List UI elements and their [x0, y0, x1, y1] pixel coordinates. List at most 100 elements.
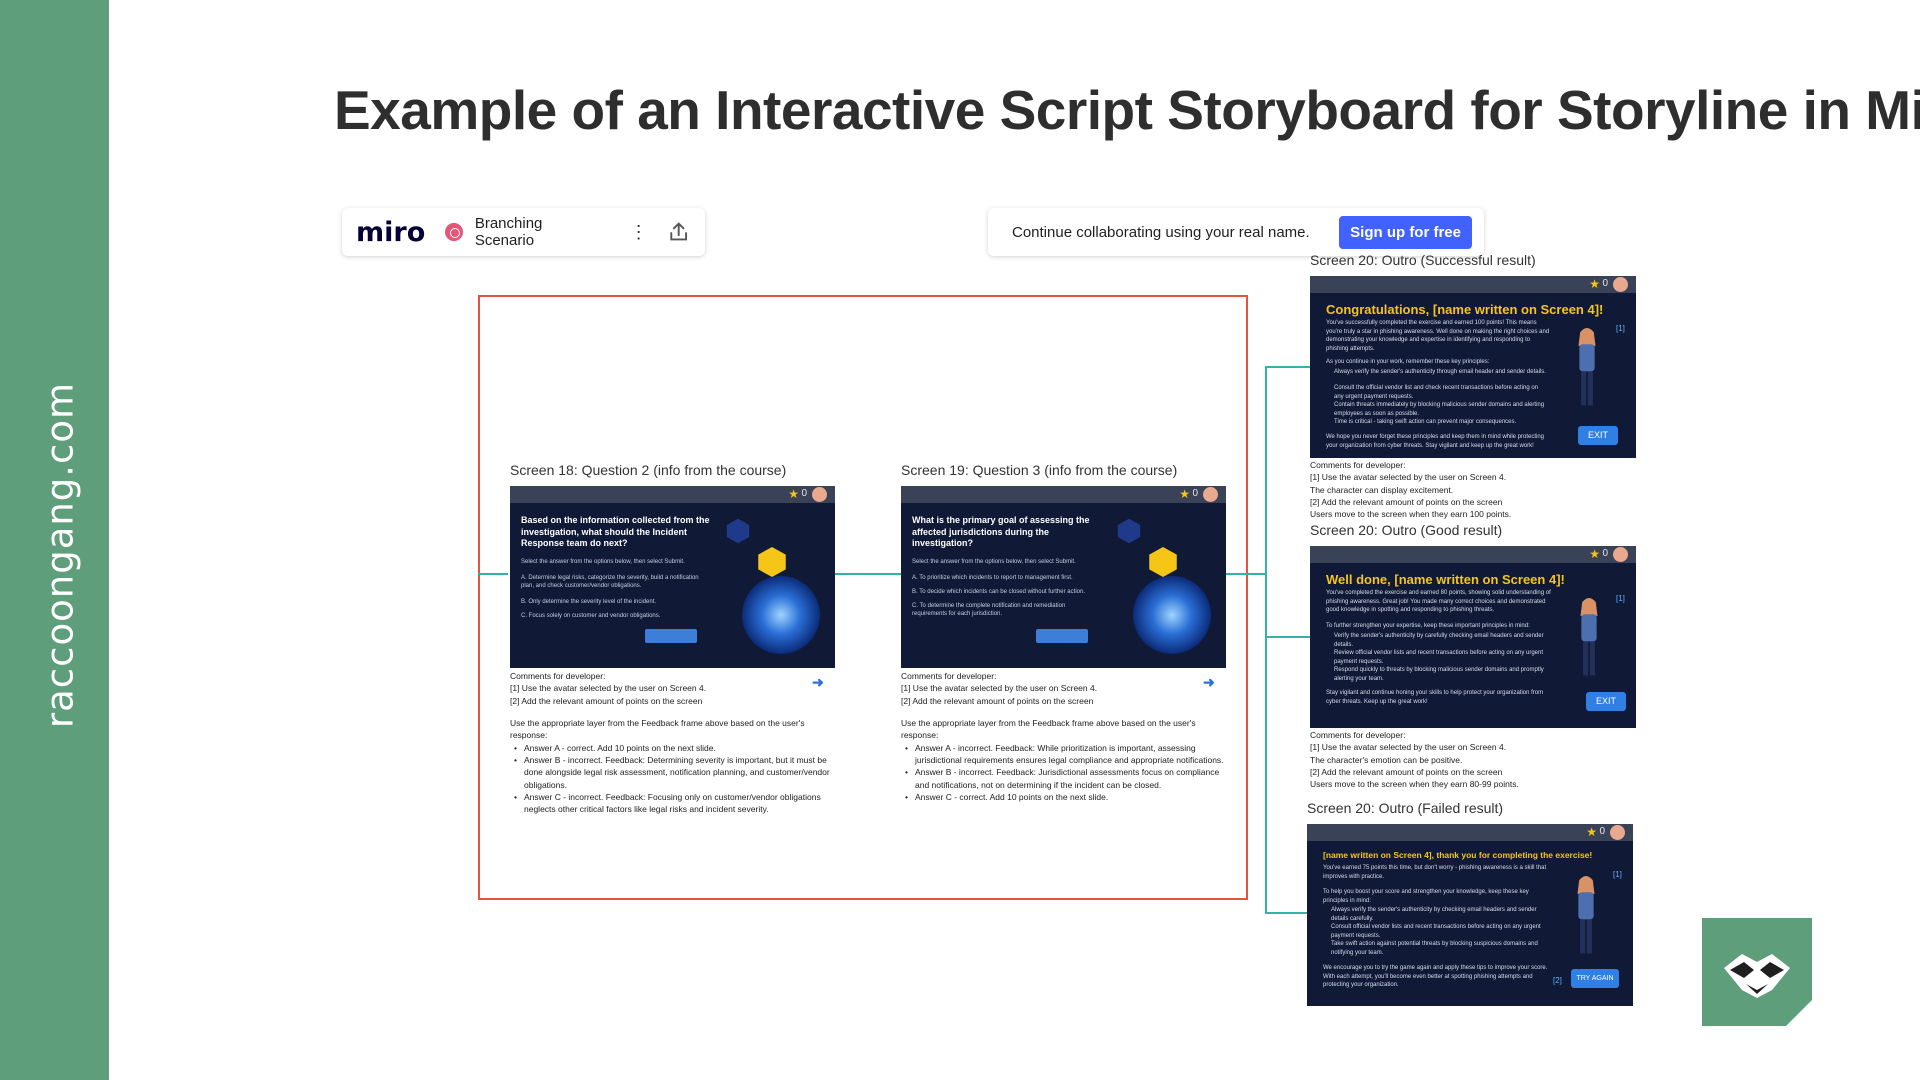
screen-18-comments: Comments for developer: [1] Use the avat…	[510, 670, 840, 815]
comment-line: The character's emotion can be positive.	[1310, 754, 1463, 765]
marker: [1]	[1616, 324, 1625, 333]
answer-item: Answer A - correct. Add 10 points on the…	[510, 742, 840, 755]
option-b[interactable]: B. Only determine the severity level of …	[521, 598, 701, 606]
screen-20-good-slide[interactable]: ★ 0 Well done, [name written on Screen 4…	[1310, 546, 1636, 728]
signup-button[interactable]: Sign up for free	[1339, 215, 1472, 249]
question-text: Based on the information collected from …	[521, 515, 710, 549]
option-a[interactable]: A. Determine legal risks, categorize the…	[521, 574, 701, 591]
hexagon-decor-icon	[758, 546, 786, 578]
screen-18-label: Screen 18: Question 2 (info from the cou…	[510, 462, 787, 478]
try-again-button[interactable]: TRY AGAIN	[1571, 969, 1619, 988]
slide-topbar	[901, 486, 1226, 503]
globe-icon	[742, 576, 820, 654]
star-icon: ★	[1589, 277, 1600, 291]
connector-to-failed	[1265, 912, 1307, 914]
hexagon-decor-icon	[1149, 546, 1177, 578]
comment-line: [1] Use the avatar selected by the user …	[1310, 742, 1507, 753]
screen-20-success-slide[interactable]: ★ 0 Congratulations, [name written on Sc…	[1310, 276, 1636, 458]
answer-item: Answer C - correct. Add 10 points on the…	[901, 791, 1231, 804]
submit-button[interactable]	[645, 629, 697, 643]
option-c[interactable]: C. To determine the complete notificatio…	[912, 602, 1092, 619]
slide-topbar	[510, 486, 835, 503]
principle-item: Respond quickly to threats by blocking m…	[1334, 667, 1544, 682]
marker: [1]	[1616, 594, 1625, 603]
star-icon: ★	[1179, 487, 1190, 501]
screen-20-good-label: Screen 20: Outro (Good result)	[1310, 522, 1503, 538]
screen-19-comments: Comments for developer: [1] Use the avat…	[901, 670, 1231, 803]
screen-20-failed-slide[interactable]: ★ 0 [name written on Screen 4], thank yo…	[1307, 824, 1633, 1006]
principles-intro: To help you boost your score and strengt…	[1323, 889, 1529, 904]
comment-line: [2] Add the relevant amount of points on…	[1310, 496, 1503, 507]
score-value: 0	[801, 488, 807, 499]
slide-topbar	[1307, 824, 1633, 841]
comment-line: [2] Add the relevant amount of points on…	[901, 695, 1094, 706]
principle-item: Contain threats immediately by blocking …	[1334, 402, 1545, 417]
comment-line: Users move to the screen when they earn …	[1310, 779, 1519, 790]
outro-title: Well done, [name written on Screen 4]!	[1326, 572, 1565, 587]
upload-icon[interactable]	[666, 219, 691, 245]
avatar	[1203, 487, 1218, 502]
star-icon: ★	[1589, 547, 1600, 561]
score-value: 0	[1599, 826, 1605, 837]
outro-body: You've completed the exercise and earned…	[1326, 590, 1551, 614]
option-b[interactable]: B. To decide which incidents can be clos…	[912, 588, 1092, 596]
screen-20-failed-label: Screen 20: Outro (Failed result)	[1307, 800, 1504, 816]
connector-18-19	[834, 573, 902, 575]
submit-button[interactable]	[1036, 629, 1088, 643]
page-title: Example of an Interactive Script Storybo…	[334, 79, 1920, 141]
board-name[interactable]: Branching Scenario	[475, 215, 603, 249]
connector-to-good	[1265, 636, 1310, 638]
globe-icon	[1133, 576, 1211, 654]
board-icon	[445, 223, 463, 241]
closing-text: Stay vigilant and continue honing your s…	[1326, 690, 1544, 705]
character-figure-icon	[1580, 598, 1598, 676]
outro-body: You've earned 75 points this time, but d…	[1323, 865, 1547, 880]
slide-topbar	[1310, 276, 1636, 293]
character-figure-icon	[1578, 328, 1596, 406]
comments-heading: Comments for developer:	[901, 671, 997, 681]
screen-20-good-comments: Comments for developer: [1] Use the avat…	[1310, 729, 1640, 791]
star-icon: ★	[1586, 825, 1597, 839]
comment-line: Users move to the screen when they earn …	[1310, 509, 1512, 520]
exit-button[interactable]: EXIT	[1578, 426, 1618, 445]
brand-vertical-text: raccoongang.com	[38, 381, 82, 729]
score-value: 0	[1192, 488, 1198, 499]
miro-toolbar: miro Branching Scenario ⋮	[342, 208, 705, 256]
exit-button[interactable]: EXIT	[1586, 692, 1626, 711]
principle-item: Always verify the sender's authenticity …	[1331, 907, 1537, 922]
instruction-text: Select the answer from the options below…	[521, 559, 685, 565]
score-value: 0	[1602, 548, 1608, 559]
miro-logo[interactable]: miro	[356, 217, 425, 248]
comment-line: The character can display excitement.	[1310, 484, 1454, 495]
avatar	[1613, 547, 1628, 562]
raccoon-mask-icon	[1702, 918, 1812, 1026]
comment-line: [1] Use the avatar selected by the user …	[510, 683, 707, 694]
screen-19-slide[interactable]: ★ 0 What is the primary goal of assessin…	[901, 486, 1226, 668]
kebab-icon[interactable]: ⋮	[630, 223, 648, 241]
connector-19-out	[1225, 573, 1265, 575]
layer-note: Use the appropriate layer from the Feedb…	[510, 717, 805, 741]
question-text: What is the primary goal of assessing th…	[912, 515, 1090, 549]
connector-to-success	[1265, 366, 1310, 368]
screen-18-slide[interactable]: ★ 0 Based on the information collected f…	[510, 486, 835, 668]
hexagon-decor-icon	[726, 518, 750, 544]
option-a[interactable]: A. To prioritize which incidents to repo…	[912, 574, 1092, 582]
star-icon: ★	[788, 487, 799, 501]
answer-item: Answer B - incorrect. Feedback: Jurisdic…	[901, 766, 1231, 791]
signup-text: Continue collaborating using your real n…	[1012, 223, 1310, 241]
connector-trunk	[1265, 366, 1267, 914]
avatar	[1610, 825, 1625, 840]
answer-item: Answer C - incorrect. Feedback: Focusing…	[510, 791, 840, 816]
principles-intro: To further strengthen your expertise, ke…	[1326, 623, 1530, 629]
principle-item: Review official vendor lists and recent …	[1334, 650, 1544, 665]
principle-item: Consult official vendor lists and recent…	[1331, 924, 1541, 939]
closing-text: We encourage you to try the game again a…	[1323, 965, 1548, 989]
comment-line: [1] Use the avatar selected by the user …	[901, 683, 1098, 694]
option-c[interactable]: C. Focus solely on customer and vendor o…	[521, 612, 701, 620]
closing-text: We hope you never forget these principle…	[1326, 434, 1545, 449]
hexagon-decor-icon	[1117, 518, 1141, 544]
screen-20-success-comments: Comments for developer: [1] Use the avat…	[1310, 459, 1640, 521]
answer-item: Answer A - incorrect. Feedback: While pr…	[901, 742, 1231, 767]
screen-20-success-label: Screen 20: Outro (Successful result)	[1310, 252, 1536, 268]
principle-item: Verify the sender's authenticity by care…	[1334, 633, 1544, 648]
